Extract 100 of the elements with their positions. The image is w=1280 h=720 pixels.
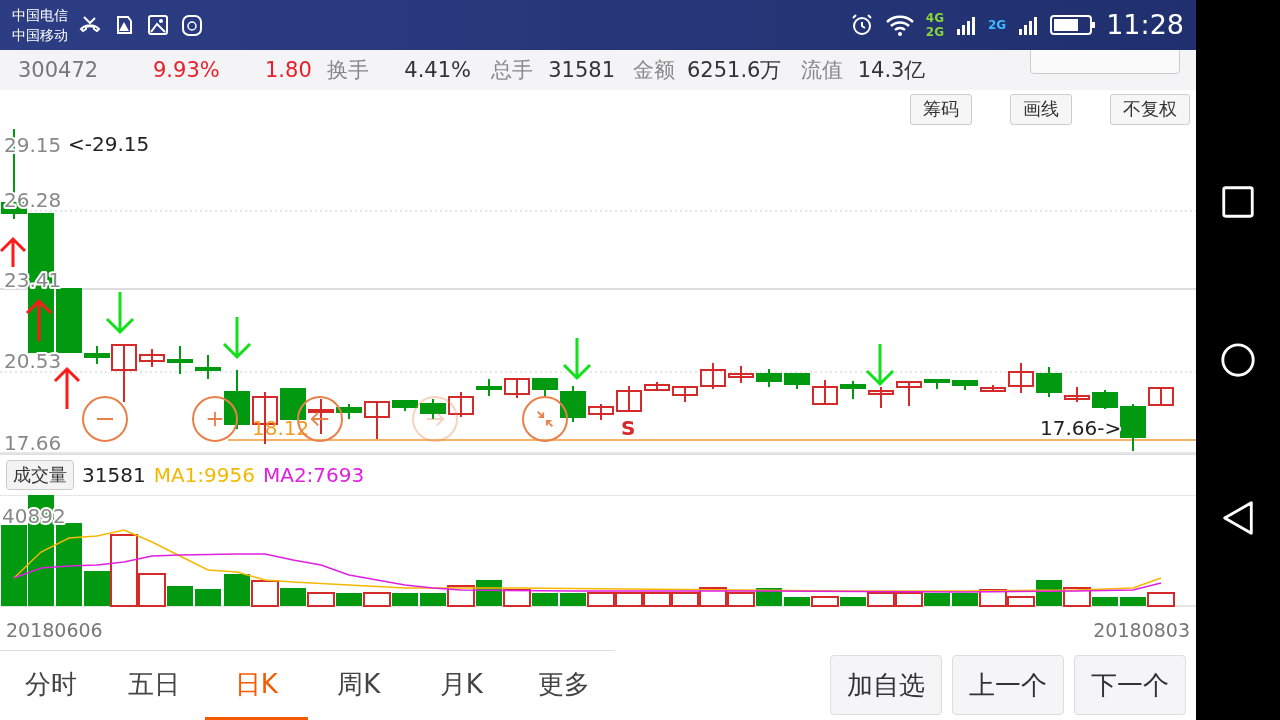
network-type-label: 2G — [925, 24, 944, 39]
chart-tool-button[interactable]: 筹码 — [910, 94, 972, 125]
volume-bar — [195, 589, 221, 607]
candlestick — [1092, 389, 1118, 411]
candlestick — [700, 362, 726, 391]
candlestick — [504, 378, 530, 400]
candlestick — [167, 345, 193, 376]
candlestick — [784, 373, 810, 391]
candlestick — [980, 384, 1006, 394]
volume-bar — [615, 592, 643, 608]
app-icon — [180, 12, 204, 37]
volume-bar — [727, 592, 755, 608]
stat-value: 6251.6万 — [687, 56, 782, 84]
sell-arrow-icon — [222, 315, 252, 360]
price-axis-label: 17.66 — [4, 431, 62, 455]
sell-arrow-icon — [865, 342, 895, 387]
volume-bar — [307, 592, 335, 608]
candlestick — [896, 381, 922, 408]
network-type-label: 4G — [925, 10, 944, 25]
candlestick — [1008, 362, 1034, 395]
candlestick — [924, 379, 950, 391]
volume-button[interactable]: 成交量 — [6, 460, 74, 491]
candlestick — [868, 386, 894, 410]
candlestick — [1036, 366, 1062, 399]
stat-label: 总手 — [491, 56, 533, 84]
volume-bar — [363, 592, 391, 608]
volume-bar — [560, 593, 586, 607]
stat-label: 金额 — [633, 56, 675, 84]
carrier-name: 中国电信 — [12, 5, 68, 25]
ma2-value: MA2:7693 — [262, 463, 365, 488]
candlestick — [728, 365, 754, 385]
candlestick — [756, 368, 782, 389]
change-percent: 9.93% — [153, 57, 221, 82]
recent-apps-icon[interactable] — [1219, 183, 1257, 221]
volume-bar — [784, 597, 810, 607]
candlestick — [308, 398, 334, 436]
candlestick — [224, 369, 250, 431]
end-date: 20180803 — [1093, 619, 1190, 642]
stat-label: 流值 — [801, 56, 844, 84]
zoom-out-button[interactable] — [82, 396, 128, 443]
candlestick — [840, 380, 866, 401]
zoom-in-button[interactable] — [192, 396, 238, 443]
buy-arrow-icon — [25, 299, 53, 343]
volume-bar — [532, 593, 558, 607]
candlestick — [392, 400, 418, 413]
volume-bar — [671, 592, 699, 608]
chart-tool-button[interactable]: 画线 — [1010, 94, 1072, 125]
stock-code: 300472 — [18, 57, 100, 82]
candlestick — [1064, 386, 1090, 404]
volume-bar — [224, 574, 250, 607]
candlestick — [588, 403, 614, 422]
candlestick — [532, 378, 558, 398]
carrier-name: 中国移动 — [12, 25, 68, 45]
signal-label: S — [621, 416, 636, 441]
network-type-label: 2G — [988, 17, 1007, 32]
candlestick — [560, 385, 586, 424]
volume-value: 31581 — [82, 463, 146, 488]
buy-arrow-icon — [0, 237, 27, 269]
candlestick — [139, 348, 165, 369]
candlestick — [420, 398, 446, 421]
volume-bar — [952, 593, 978, 607]
volume-bar — [336, 593, 362, 607]
volume-bar — [587, 592, 615, 608]
battery-icon — [1050, 12, 1097, 37]
candlestick — [336, 403, 362, 421]
candlestick — [448, 391, 474, 419]
clock-time: 11:28 — [1106, 9, 1184, 41]
volume-bar — [924, 593, 950, 607]
candlestick — [952, 380, 978, 392]
stat-value: 31581 — [547, 57, 615, 82]
buy-arrow-icon — [53, 367, 81, 411]
candlestick — [616, 385, 642, 414]
stat-label: 换手 — [327, 56, 369, 84]
candlestick — [812, 379, 838, 406]
candlestick — [364, 401, 390, 441]
price-change: 1.80 — [265, 57, 313, 82]
volume-bar — [643, 592, 671, 608]
stat-value: 14.3亿 — [856, 56, 926, 84]
candlestick — [644, 381, 670, 393]
reset-button[interactable] — [522, 396, 568, 443]
action-button[interactable]: 加自选 — [830, 655, 942, 715]
volume-bar — [811, 596, 839, 608]
chart-tool-button[interactable]: 不复权 — [1110, 94, 1190, 125]
home-icon[interactable] — [1219, 341, 1257, 379]
volume-bar — [895, 592, 923, 608]
stat-value: 4.41% — [403, 57, 471, 82]
candlestick — [1148, 387, 1174, 407]
candlestick — [280, 388, 306, 421]
candlestick — [56, 288, 82, 354]
volume-bar — [503, 589, 531, 608]
candlestick — [1120, 403, 1146, 453]
price-axis-label: 20.53 — [4, 349, 62, 374]
candlestick — [476, 378, 502, 398]
sell-arrow-icon — [562, 336, 592, 381]
volume-bar — [699, 587, 727, 608]
image-icon — [146, 12, 170, 37]
action-button[interactable]: 上一个 — [952, 655, 1064, 715]
action-button[interactable]: 下一个 — [1074, 655, 1186, 715]
minus-icon — [97, 418, 113, 421]
candlestick — [195, 354, 221, 381]
